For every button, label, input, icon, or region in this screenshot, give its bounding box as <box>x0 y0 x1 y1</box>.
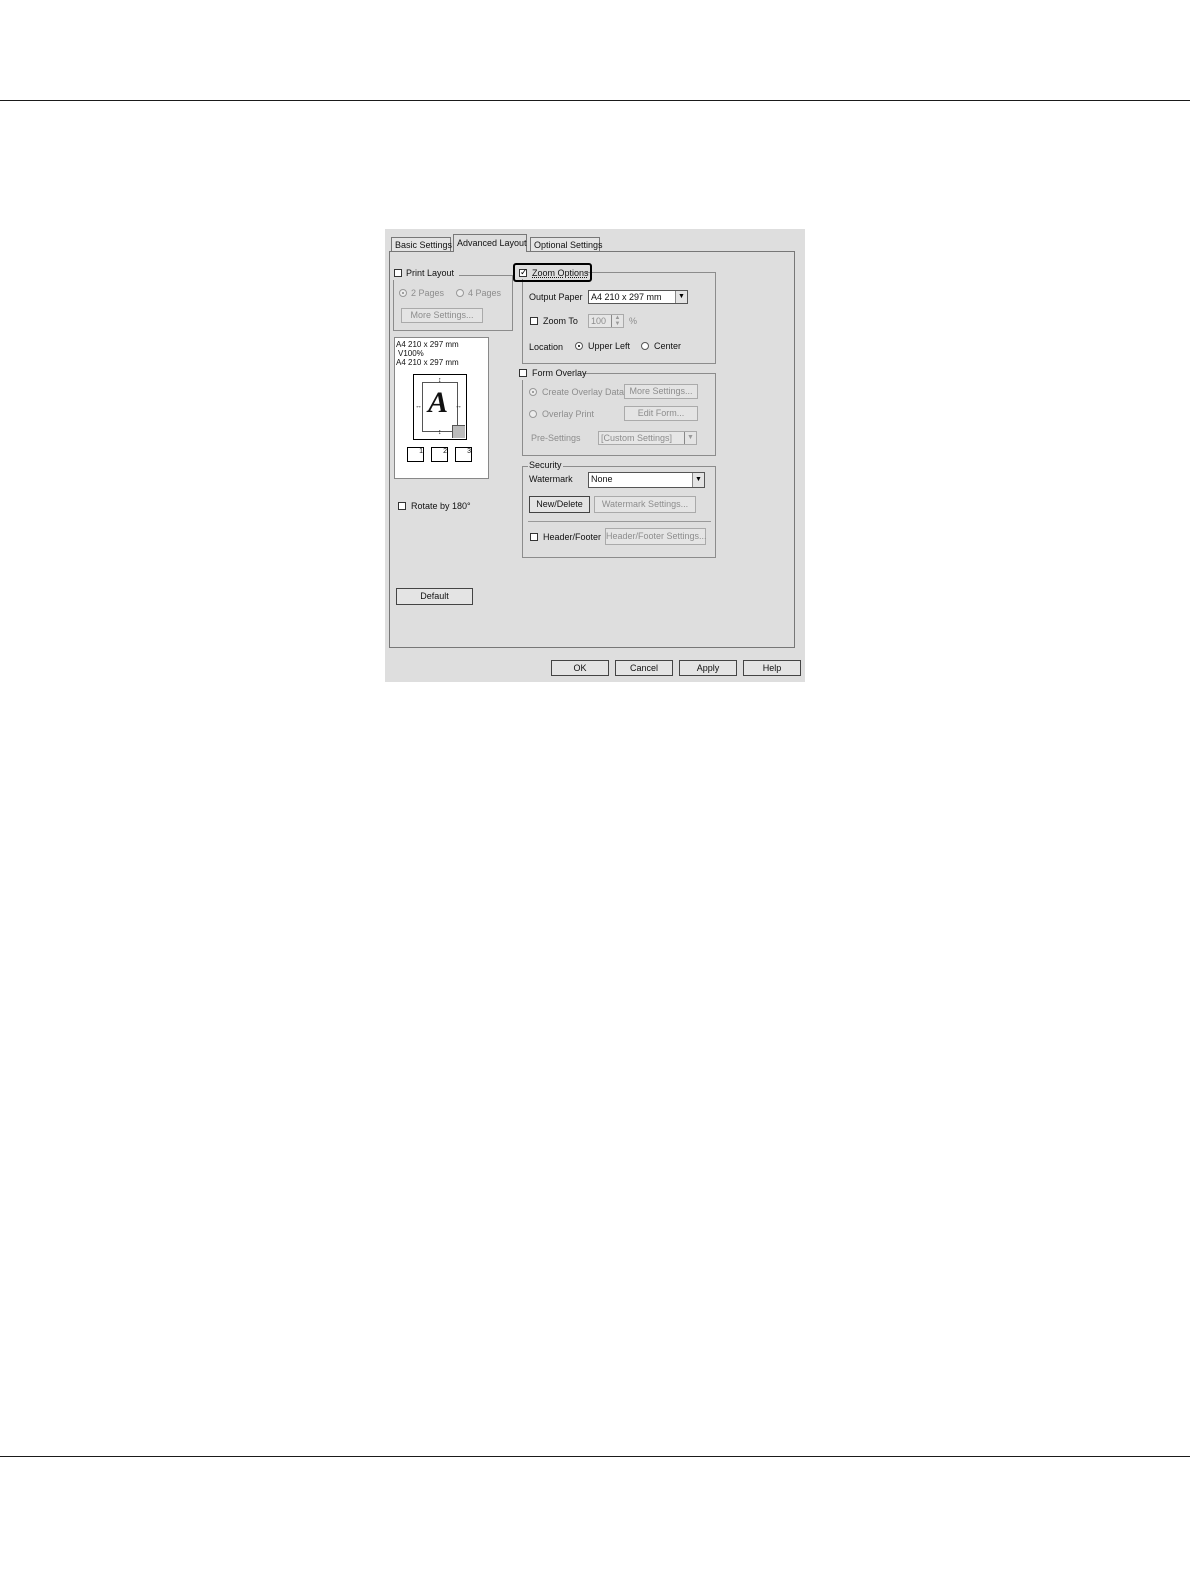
ok-button[interactable]: OK <box>551 660 609 676</box>
form-overlay-label: Form Overlay <box>532 368 587 378</box>
four-pages-label: 4 Pages <box>468 288 502 298</box>
help-button[interactable]: Help <box>743 660 801 676</box>
pre-settings-label: Pre-Settings <box>531 433 581 443</box>
layout-preview: A4 210 x 297 mm V100% A4 210 x 297 mm A … <box>394 337 489 479</box>
four-pages-radio[interactable] <box>456 289 464 297</box>
zoom-options-highlight <box>513 263 592 282</box>
preview-paper-size: A4 210 x 297 mm <box>396 340 459 349</box>
edit-form-button[interactable]: Edit Form... <box>624 406 698 421</box>
output-paper-select[interactable]: A4 210 x 297 mm ▼ <box>588 290 688 304</box>
default-button[interactable]: Default <box>396 588 473 605</box>
watermark-settings-button[interactable]: Watermark Settings... <box>594 496 696 513</box>
stack-num-1: 1 <box>419 448 423 455</box>
chevron-down-icon: ▼ <box>684 432 696 444</box>
tab-optional-settings[interactable]: Optional Settings <box>530 237 603 251</box>
security-divider <box>528 521 711 522</box>
page-stack-icon-2: 2 <box>431 447 448 462</box>
rotate-checkbox[interactable] <box>398 502 406 510</box>
page-preview-graphic: A ↕ ↕ ↔ ↔ <box>413 374 467 440</box>
upper-left-radio[interactable] <box>575 342 583 350</box>
zoom-to-label: Zoom To <box>543 316 578 326</box>
apply-button[interactable]: Apply <box>679 660 737 676</box>
bottom-rule <box>0 1456 1190 1457</box>
upper-left-label: Upper Left <box>588 341 631 351</box>
watermark-select[interactable]: None ▼ <box>588 472 705 488</box>
two-pages-label: 2 Pages <box>411 288 445 298</box>
create-overlay-label: Create Overlay Data <box>542 387 625 397</box>
header-footer-label: Header/Footer <box>543 532 602 542</box>
center-label: Center <box>654 341 682 351</box>
tab-basic-settings[interactable]: Basic Settings <box>391 237 452 251</box>
print-layout-more-settings-button[interactable]: More Settings... <box>401 308 483 323</box>
overlay-more-settings-button[interactable]: More Settings... <box>624 384 698 399</box>
watermark-value: None <box>591 474 613 484</box>
form-overlay-checkbox[interactable] <box>519 369 527 377</box>
preview-letter: A <box>428 386 449 419</box>
chevron-down-icon: ▼ <box>675 291 687 303</box>
location-label: Location <box>529 342 564 352</box>
preview-zoom: V100% <box>398 349 424 358</box>
pre-settings-select[interactable]: [Custom Settings] ▼ <box>598 431 697 445</box>
create-overlay-radio[interactable] <box>529 388 537 396</box>
overlay-print-radio[interactable] <box>529 410 537 418</box>
page-stack-icon-1: 1 <box>407 447 424 462</box>
new-delete-button[interactable]: New/Delete <box>529 496 590 513</box>
printer-properties-dialog: Basic Settings Advanced Layout Optional … <box>385 229 805 682</box>
output-paper-label: Output Paper <box>529 292 583 302</box>
page-stack-icon-3: 3 <box>455 447 472 462</box>
tab-advanced-layout[interactable]: Advanced Layout <box>453 234 527 252</box>
cancel-button[interactable]: Cancel <box>615 660 673 676</box>
two-pages-radio[interactable] <box>399 289 407 297</box>
header-footer-checkbox[interactable] <box>530 533 538 541</box>
zoom-unit-label: % <box>629 316 638 326</box>
security-title: Security <box>528 460 563 470</box>
overlay-print-label: Overlay Print <box>542 409 595 419</box>
print-layout-checkbox[interactable] <box>394 269 402 277</box>
print-layout-label: Print Layout <box>406 268 455 278</box>
stack-num-3: 3 <box>467 448 471 455</box>
zoom-to-spinner[interactable]: 100 ▲ ▼ <box>588 314 624 328</box>
header-footer-settings-button[interactable]: Header/Footer Settings... <box>605 528 707 545</box>
spinner-arrows-icon: ▲ ▼ <box>611 315 623 327</box>
zoom-to-value: 100 <box>591 316 607 326</box>
zoom-to-checkbox[interactable] <box>530 317 538 325</box>
preview-output-size: A4 210 x 297 mm <box>396 358 459 367</box>
center-radio[interactable] <box>641 342 649 350</box>
pre-settings-value: [Custom Settings] <box>601 433 673 443</box>
stack-num-2: 2 <box>443 448 447 455</box>
output-paper-value: A4 210 x 297 mm <box>591 292 662 302</box>
rotate-label: Rotate by 180° <box>411 501 471 511</box>
top-rule <box>0 100 1190 101</box>
chevron-down-icon: ▼ <box>692 473 704 487</box>
watermark-label: Watermark <box>529 474 573 484</box>
